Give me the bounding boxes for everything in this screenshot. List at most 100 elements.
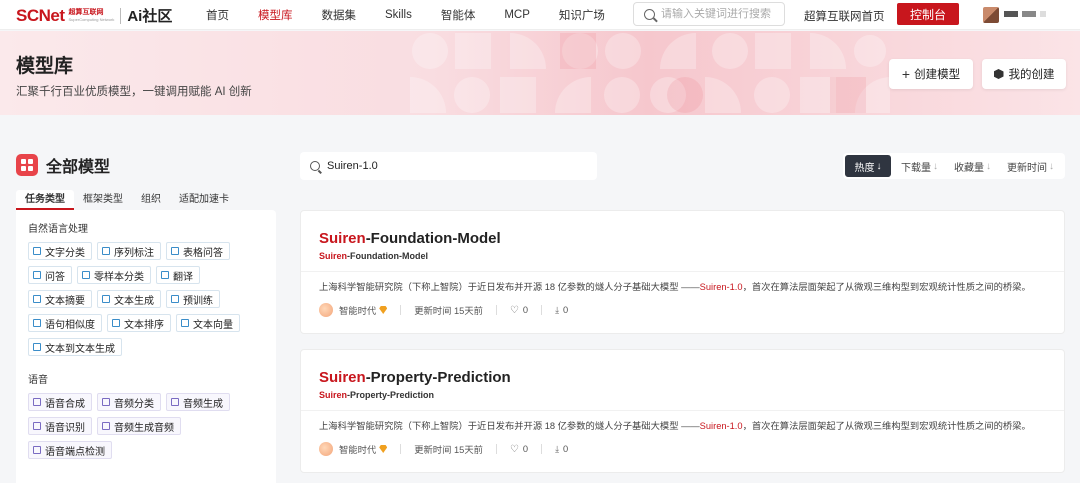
task-icon [171,295,179,303]
model-search[interactable] [300,152,597,180]
tag-label: 零样本分类 [94,271,144,283]
tag-summarization[interactable]: 文本摘要 [28,290,92,308]
divider [400,444,402,454]
tag-text2text-generation[interactable]: 文本到文本生成 [28,338,122,356]
site-logo[interactable]: SCNet 超算互联网 SuperComputing Network Ai社区 [16,5,172,26]
sort-by-update-time[interactable]: 更新时间 ↓ [1001,155,1060,177]
model-title[interactable]: Suiren-Foundation-Model [319,230,501,247]
console-button[interactable]: 控制台 [897,3,959,25]
page-banner: 模型库 汇聚千行百业优质模型，一键调用赋能 AI 创新 + 创建模型 我的创建 [0,31,1080,115]
desc-text: 上海科学智能研究院（下称上智院）于近日发布并开源 18 亿参数的燧人分子基础大模… [319,282,700,292]
username-redacted[interactable] [1004,11,1046,17]
nav-item-mcp[interactable]: MCP [504,9,530,21]
org-avatar[interactable] [319,442,333,456]
arrow-down-icon: ↓ [876,160,882,172]
nav-item-home[interactable]: 首页 [206,7,229,23]
arrow-down-icon: ↓ [986,160,991,172]
like-count: 0 [522,444,529,454]
sort-label: 更新时间 [1007,162,1047,174]
tag-speech-synthesis[interactable]: 语音合成 [28,393,92,411]
tag-qa[interactable]: 问答 [28,266,72,284]
model-card[interactable]: Suiren-Property-Prediction Suiren-Proper… [300,349,1065,473]
section-title-speech: 语音 [28,375,48,386]
desc-text: ，首次在算法层面架起了从微观三维构型到宏观统计性质之间的桥梁。 [742,282,1031,292]
tag-audio-to-audio[interactable]: 音频生成音频 [97,417,181,435]
tag-table-qa[interactable]: 表格问答 [166,242,230,260]
tab-framework-type[interactable]: 框架类型 [74,190,132,210]
divider [301,271,1064,272]
model-meta: 智能时代 更新时间 15天前 ♡ 0 ⤓ 0 [319,442,568,456]
tag-text-ranking[interactable]: 文本排序 [107,314,171,332]
tag-audio-classification[interactable]: 音频分类 [97,393,161,411]
logo-wordmark: SCNet [16,5,65,25]
org-avatar[interactable] [319,303,333,317]
my-creations-label: 我的创建 [1008,69,1055,81]
model-search-input[interactable] [327,160,577,172]
tag-zero-shot[interactable]: 零样本分类 [77,266,151,284]
task-icon [171,398,179,406]
my-creations-button[interactable]: 我的创建 [982,59,1066,89]
divider [301,410,1064,411]
nav-item-skills[interactable]: Skills [385,9,412,21]
subtitle-highlight: Suiren [319,390,348,400]
model-title[interactable]: Suiren-Property-Prediction [319,369,511,386]
check-icon [33,295,41,303]
tag-voice-activity-detection[interactable]: 语音端点检测 [28,441,112,459]
tag-label: 文本到文本生成 [45,343,115,355]
subtitle-rest: -Property-Prediction [347,390,435,400]
model-meta: 智能时代 更新时间 15天前 ♡ 0 ⤓ 0 [319,303,568,317]
sidebar-title: 全部模型 [46,159,111,176]
nav-item-agents[interactable]: 智能体 [441,7,476,23]
task-icon [171,247,179,255]
tag-translation[interactable]: 翻译 [156,266,200,284]
task-icon [82,271,90,279]
nav-item-models[interactable]: 模型库 [258,7,293,23]
sort-label: 热度 [854,162,875,174]
tab-task-type[interactable]: 任务类型 [16,190,74,210]
title-rest: -Property-Prediction [365,369,511,386]
org-name[interactable]: 智能时代 [339,442,376,456]
tag-label: 音频生成音频 [114,422,174,434]
tag-sentence-similarity[interactable]: 语句相似度 [28,314,102,332]
tag-label: 文本向量 [193,319,233,331]
tag-pretraining[interactable]: 预训练 [166,290,220,308]
global-search[interactable] [633,2,785,26]
model-card[interactable]: Suiren-Foundation-Model Suiren-Foundatio… [300,210,1065,334]
nav-item-datasets[interactable]: 数据集 [322,7,357,23]
tag-text-classification[interactable]: 文字分类 [28,242,92,260]
sort-by-popularity[interactable]: 热度 ↓ [845,155,891,177]
logo-subtitle: 超算互联网 SuperComputing Network [69,9,115,22]
create-model-button[interactable]: + 创建模型 [889,59,973,89]
banner-pattern [410,33,890,113]
subtitle-highlight: Suiren [319,251,348,261]
logo-subtitle-cn: 超算互联网 [68,9,104,16]
sort-by-favorites[interactable]: 收藏量 ↓ [948,155,997,177]
global-search-input[interactable] [661,8,776,20]
tag-text-embedding[interactable]: 文本向量 [176,314,240,332]
supercomputing-home-link[interactable]: 超算互联网首页 [804,8,885,24]
tag-label: 文本排序 [124,319,164,331]
tag-sequence-labeling[interactable]: 序列标注 [97,242,161,260]
desc-text: ，首次在算法层面架起了从微观三维构型到宏观统计性质之间的桥梁。 [742,421,1031,431]
logo-ai-community: Ai社区 [127,8,173,25]
heart-icon[interactable]: ♡ [510,305,519,316]
subtitle-rest: -Foundation-Model [347,251,428,261]
task-icon [33,271,41,279]
task-icon [33,319,41,327]
tag-speech-recognition[interactable]: 语音识别 [28,417,92,435]
tab-organization[interactable]: 组织 [132,190,170,210]
org-name[interactable]: 智能时代 [339,303,376,317]
tab-accelerator[interactable]: 适配加速卡 [170,190,238,210]
tag-text-generation[interactable]: 文本生成 [97,290,161,308]
tag-label: 文本生成 [114,295,154,307]
heart-icon[interactable]: ♡ [510,444,519,455]
task-icon [102,295,110,303]
sidebar-header: 全部模型 [16,153,110,177]
nav-item-knowledge[interactable]: 知识广场 [559,7,605,23]
user-avatar[interactable] [983,7,999,23]
tag-audio-generation[interactable]: 音频生成 [166,393,230,411]
verified-badge-icon [379,306,388,314]
tag-label: 翻译 [173,271,193,283]
sort-by-downloads[interactable]: 下载量 ↓ [895,155,944,177]
tag-label: 语音识别 [45,422,85,434]
